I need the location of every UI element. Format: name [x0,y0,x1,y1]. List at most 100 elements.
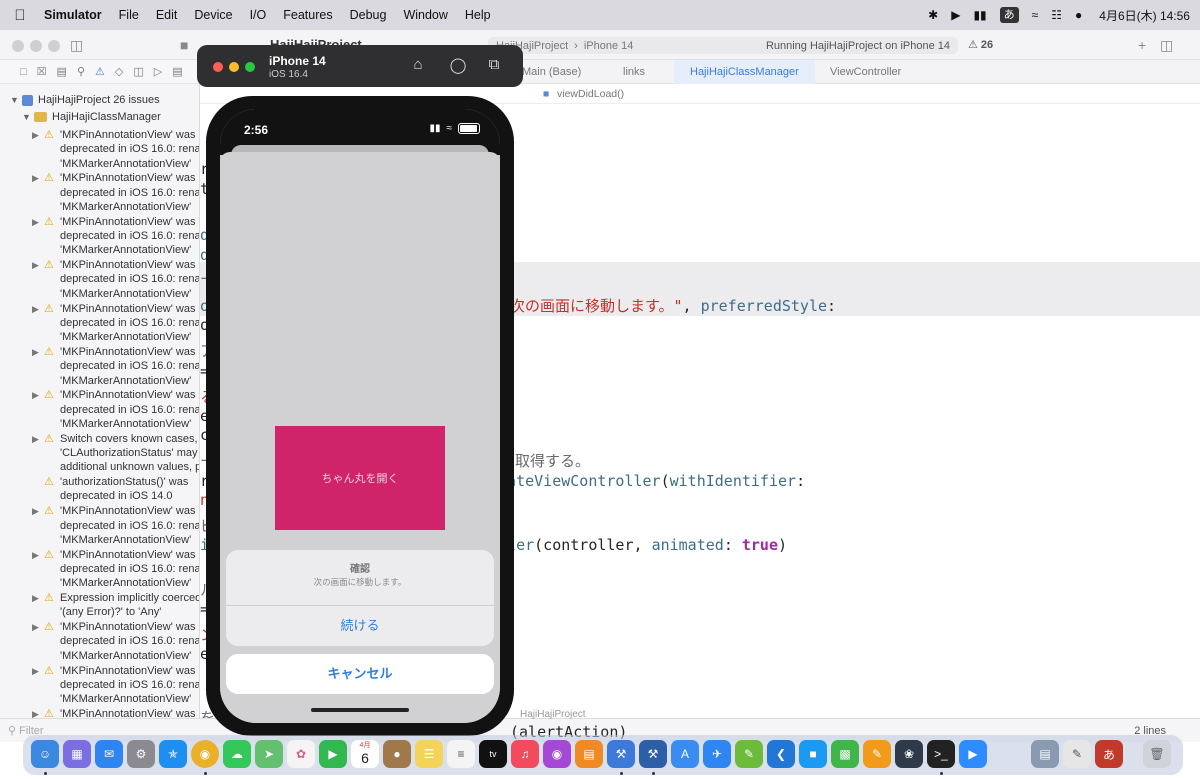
system-settings-icon[interactable]: ⚙ [127,740,155,768]
menu-debug[interactable]: Debug [350,8,387,22]
home-indicator[interactable] [311,708,409,712]
launchpad-icon[interactable]: ▦ [63,740,91,768]
inspector-toggle-icon[interactable]: ◫ [1160,37,1173,54]
test-nav-icon[interactable]: ◇ [115,65,123,78]
chevron-right-icon[interactable]: ▶ [32,128,39,142]
scheme-selector[interactable]: HajiHajiProject › iPhone 14 Running Haji… [488,37,958,54]
trash-icon[interactable]: 🗑 [1143,740,1171,768]
xcode-icon[interactable]: ⚒ [607,740,635,768]
testflight-icon[interactable]: ✈ [703,740,731,768]
books-icon[interactable]: ▤ [575,740,603,768]
issue-nav-icon[interactable]: ⚠ [95,65,105,78]
contacts-icon[interactable]: ● [383,740,411,768]
vscode-icon[interactable]: ❮ [767,740,795,768]
debug-nav-icon[interactable]: ◫ [133,65,143,78]
issue-item[interactable]: ⚠ 'authorizationStatus()' was deprecated … [34,475,199,504]
app-store-icon[interactable]: A [671,740,699,768]
podcasts-icon[interactable]: ◉ [543,740,571,768]
menubar-clock[interactable]: 4月6日(木) 14:56 [1099,7,1190,24]
chevron-right-icon[interactable]: ▶ [32,215,39,229]
chevron-down-icon[interactable]: ▼ [10,95,22,105]
issue-item[interactable]: ▶ ⚠ Switch covers known cases, b 'CLAuthor… [32,432,199,475]
menu-app-simulator[interactable]: Simulator [44,8,102,22]
chrome-icon[interactable]: ◉ [191,740,219,768]
open-chanmaru-button[interactable]: ちゃん丸を開く [275,426,445,530]
textedit-icon[interactable]: ✎ [1063,740,1091,768]
keynote-icon[interactable]: ■ [799,740,827,768]
menu-file[interactable]: File [119,8,139,22]
terminal-icon[interactable]: >_ [927,740,955,768]
battery-status-icon[interactable]: ▮▮ [973,8,986,22]
dictionary-icon[interactable]: あ [1095,740,1123,768]
chevron-right-icon[interactable]: ▶ [32,258,39,272]
issue-item[interactable]: ▶ ⚠ 'MKPinAnnotationView' was deprecated i… [32,388,199,431]
issue-item[interactable]: ▶ ⚠ 'MKPinAnnotationView' was deprecated i… [32,620,199,663]
issue-item[interactable]: ▶ ⚠ 'MKPinAnnotationView' was deprecated i… [32,504,199,547]
apple-tv-icon[interactable]: tv [479,740,507,768]
source-control-icon[interactable]: ☒ [37,65,47,78]
chevron-right-icon[interactable]: ▶ [32,664,39,678]
rotate-icon[interactable]: ⧉ [485,56,503,74]
finder-icon[interactable]: ☺ [31,740,59,768]
numbers-icon[interactable]: ▩ [831,740,859,768]
issue-item[interactable]: ▶ ⚠ 'MKPinAnnotationView' was deprecated i… [32,128,199,171]
issue-item[interactable]: ▶ ⚠ 'MKPinAnnotationView' was deprecated i… [32,548,199,591]
window-close-button[interactable] [12,40,24,52]
wifi-icon[interactable]: ≈ [1032,8,1039,22]
notes-icon[interactable]: ☰ [415,740,443,768]
sim-minimize-button[interactable] [229,62,239,72]
find-nav-icon[interactable]: ⚲ [77,65,85,78]
chevron-right-icon[interactable]: ▶ [32,302,39,316]
chevron-right-icon[interactable]: ▶ [32,432,39,446]
warning-count-badge[interactable]: ⚠ 26 [968,38,993,51]
issue-item[interactable]: ▶ ⚠ 'MKPinAnnotationView' was deprecated i… [32,171,199,214]
chevron-right-icon[interactable]: ▶ [32,504,39,518]
mail-icon[interactable]: ✉ [95,740,123,768]
issue-item[interactable]: ▶ ⚠ 'MKPinAnnotationView' was deprecated i… [32,258,199,301]
sidebar-toggle-icon[interactable]: ◫ [70,37,83,54]
continue-action-button[interactable]: 続ける [226,606,494,646]
issue-item[interactable]: ▶ ⚠ 'MKPinAnnotationView' was deprecated i… [32,664,199,707]
chevron-right-icon[interactable]: ▶ [32,620,39,634]
menu-features[interactable]: Features [283,8,332,22]
issue-item[interactable]: ▶ ⚠ 'MKPinAnnotationView' was deprecated i… [32,302,199,345]
stop-icon[interactable]: ■ [180,37,188,53]
menu-io[interactable]: I/O [250,8,267,22]
music-icon[interactable]: ♫ [511,740,539,768]
safari-icon[interactable]: ✯ [159,740,187,768]
reminders-icon[interactable]: ≡ [447,740,475,768]
recent-window-icon[interactable]: ▤ [1031,740,1059,768]
issue-item[interactable]: ▶ ⚠ 'MKPinAnnotationView' was deprecated i… [32,707,199,718]
chevron-right-icon[interactable]: ▶ [32,388,39,402]
photos-icon[interactable]: ✿ [287,740,315,768]
tab-main-base[interactable]: Main (Base) [522,66,581,78]
home-icon[interactable]: ⌂ [409,56,427,74]
zoom-icon[interactable]: ▶ [959,740,987,768]
cancel-action-button[interactable]: キャンセル [226,654,494,694]
menu-window[interactable]: Window [403,8,447,22]
control-center-icon[interactable]: ☷ [1051,8,1062,22]
input-method-indicator[interactable]: あ [999,7,1019,23]
symbol-nav-icon[interactable]: ▤ [57,65,67,78]
chevron-right-icon[interactable]: ▶ [32,591,39,605]
siri-icon[interactable]: ● [1075,8,1082,22]
jump-bar-method[interactable]: viewDidLoad() [557,88,624,100]
window-zoom-button[interactable] [48,40,60,52]
calendar-icon[interactable]: 4月 6 [351,740,379,768]
play-icon[interactable]: ▶ [951,8,960,22]
chatgpt-icon[interactable]: ❀ [895,740,923,768]
group-row[interactable]: ▼ HajiHajiClassManager [22,111,161,123]
chevron-right-icon[interactable]: ▶ [32,171,39,185]
messages-icon[interactable]: ☁ [223,740,251,768]
add-icon[interactable]: + [1138,37,1146,53]
issue-item[interactable]: ▶ ⚠ Expression implicitly coerced f '(any … [32,591,199,620]
scheme-device[interactable]: iPhone 14 [584,40,634,52]
tab-hajihaji-class-manager[interactable]: HajiHajiClassManager [674,60,815,84]
sim-zoom-button[interactable] [245,62,255,72]
pencil-app-icon[interactable]: ✎ [863,740,891,768]
project-row[interactable]: ▼ HajiHajiProject 26 issues [10,94,160,106]
chevron-right-icon[interactable]: ▶ [32,345,39,359]
report-nav-icon[interactable]: ▤ [172,65,182,78]
facetime-icon[interactable]: ▶ [319,740,347,768]
bluetooth-icon[interactable]: ✱ [928,8,938,22]
